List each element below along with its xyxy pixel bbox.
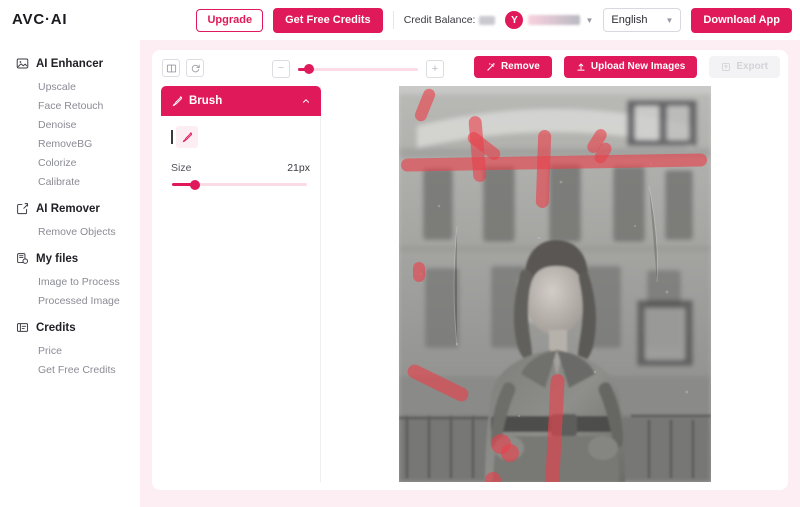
credit-balance-label: Credit Balance: [403, 14, 476, 26]
brush-mark [413, 262, 425, 282]
image-canvas-area[interactable] [322, 86, 788, 482]
export-icon [722, 63, 731, 71]
remove-button[interactable]: Remove [473, 56, 552, 78]
export-button-label: Export [736, 61, 768, 72]
sidebar-item-price[interactable]: Price [0, 341, 140, 360]
zoom-control: − + [272, 60, 444, 78]
zoom-slider-thumb[interactable] [304, 64, 314, 74]
upgrade-button[interactable]: Upgrade [196, 8, 264, 32]
app-header: AVC·AI Upgrade Get Free Credits Credit B… [0, 0, 800, 40]
editor-toolbar: − + Remove Upload New Images Export [152, 50, 788, 86]
credit-balance-value [479, 15, 496, 25]
brush-mark [501, 444, 519, 462]
user-menu[interactable]: Y ▼ [505, 11, 593, 29]
brush-panel: Brush Size 21px [161, 86, 321, 482]
brush-size-slider-thumb[interactable] [190, 179, 200, 190]
undo-icon [191, 64, 200, 72]
export-button: Export [709, 56, 780, 78]
plus-icon: + [431, 62, 439, 75]
chevron-up-icon[interactable] [301, 96, 311, 106]
sidebar: AI Enhancer Upscale Face Retouch Denoise… [0, 40, 140, 507]
edit-square-icon [17, 203, 29, 215]
remove-button-label: Remove [500, 61, 540, 72]
compare-view-button[interactable] [162, 59, 180, 77]
chevron-down-icon: ▼ [585, 15, 594, 25]
text-cursor-marker [171, 130, 173, 144]
sidebar-item-get-free-credits[interactable]: Get Free Credits [0, 360, 140, 379]
sidebar-group-credits: Credits Price Get Free Credits [0, 314, 140, 379]
sidebar-item-calibrate[interactable]: Calibrate [0, 172, 140, 191]
brush-tool-button[interactable] [176, 126, 198, 148]
brush-icon [172, 96, 183, 107]
username [528, 15, 581, 25]
brush-panel-title: Brush [189, 95, 223, 107]
reset-button[interactable] [186, 59, 204, 77]
brush-size-slider[interactable] [172, 179, 307, 190]
sidebar-item-remove-objects[interactable]: Remove Objects [0, 222, 140, 241]
brush-header-left: Brush [171, 95, 222, 107]
brush-size-row: Size 21px [171, 162, 310, 174]
magic-wand-icon [487, 63, 495, 71]
brush-tool-icon [182, 132, 193, 143]
header-actions: Upgrade Get Free Credits Credit Balance:… [196, 0, 792, 40]
avatar: Y [505, 11, 524, 29]
sidebar-item-ai-remover[interactable]: AI Remover [0, 195, 140, 222]
sidebar-item-denoise[interactable]: Denoise [0, 115, 140, 134]
sidebar-group-label: AI Remover [36, 202, 100, 215]
app-logo: AVC·AI [12, 11, 68, 28]
sidebar-group-label: AI Enhancer [36, 57, 104, 70]
toolbar-right-group: Remove Upload New Images Export [473, 56, 780, 78]
upload-new-images-button[interactable]: Upload New Images [563, 56, 698, 78]
compare-view-icon [166, 64, 176, 72]
brush-size-label: Size [171, 162, 192, 174]
zoom-in-button[interactable]: + [426, 60, 444, 78]
zoom-out-button[interactable]: − [272, 60, 290, 78]
sidebar-item-removebg[interactable]: RemoveBG [0, 134, 140, 153]
sidebar-item-my-files[interactable]: My files [0, 245, 140, 272]
chevron-down-icon: ▼ [665, 15, 674, 25]
credit-balance: Credit Balance: [404, 14, 496, 26]
language-select[interactable]: English ▼ [603, 8, 682, 32]
sidebar-group-label: Credits [36, 321, 76, 334]
sidebar-item-face-retouch[interactable]: Face Retouch [0, 96, 140, 115]
minus-icon: − [278, 63, 284, 74]
sidebar-group-my-files: My files Image to Process Processed Imag… [0, 245, 140, 310]
upload-icon [577, 63, 585, 71]
sidebar-item-upscale[interactable]: Upscale [0, 77, 140, 96]
upload-button-label: Upload New Images [590, 61, 686, 72]
zoom-slider[interactable] [298, 64, 418, 74]
files-icon [17, 253, 29, 264]
toolbar-left-group [162, 59, 204, 77]
sidebar-item-credits[interactable]: Credits [0, 314, 140, 341]
get-free-credits-button[interactable]: Get Free Credits [273, 7, 383, 33]
sidebar-group-ai-enhancer: AI Enhancer Upscale Face Retouch Denoise… [0, 50, 140, 191]
sidebar-group-label: My files [36, 252, 79, 265]
image-icon [16, 58, 29, 69]
brush-panel-body: Size 21px [161, 116, 320, 190]
credit-card-icon [16, 323, 29, 332]
language-select-value: English [611, 14, 648, 26]
header-divider [392, 11, 394, 29]
editing-photo[interactable] [399, 86, 711, 482]
brush-mark [485, 472, 501, 482]
brush-panel-header[interactable]: Brush [161, 86, 321, 116]
main-panel: − + Remove Upload New Images Export Brus… [152, 50, 788, 490]
sidebar-item-colorize[interactable]: Colorize [0, 153, 140, 172]
sidebar-item-processed-image[interactable]: Processed Image [0, 291, 140, 310]
sidebar-item-image-to-process[interactable]: Image to Process [0, 272, 140, 291]
brush-tool-row [171, 126, 310, 148]
sidebar-group-ai-remover: AI Remover Remove Objects [0, 195, 140, 241]
sidebar-item-ai-enhancer[interactable]: AI Enhancer [0, 50, 140, 77]
download-app-button[interactable]: Download App [691, 7, 792, 33]
brush-size-value: 21px [287, 162, 310, 174]
